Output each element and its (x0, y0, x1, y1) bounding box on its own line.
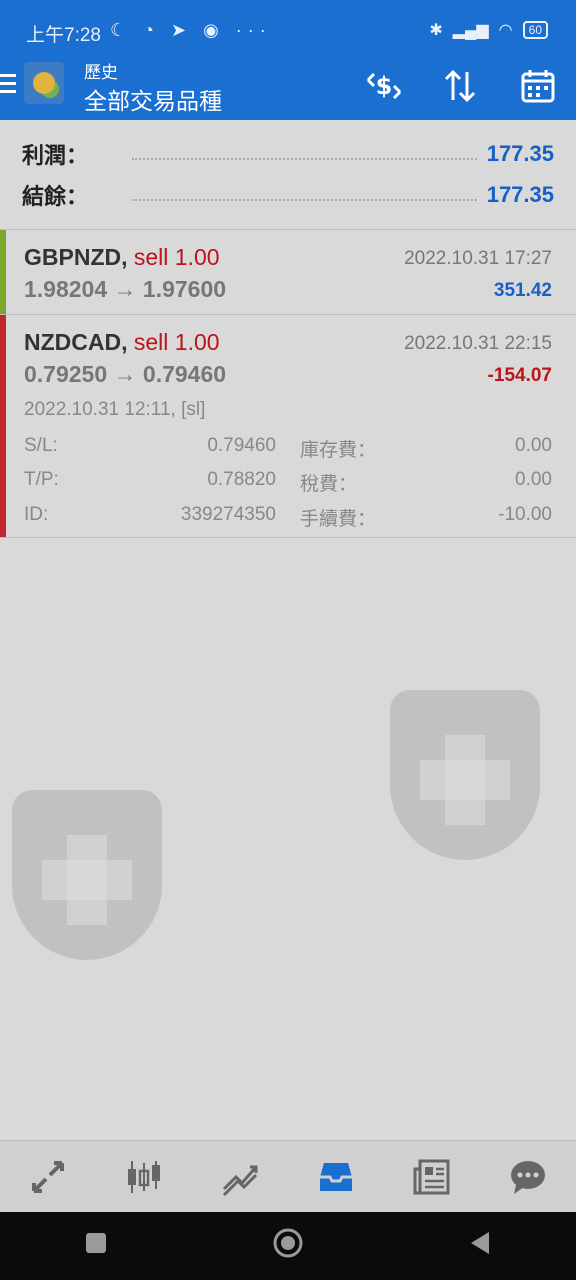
trade-row[interactable]: GBPNZD, sell 1.00 1.98204 → 1.97600 2022… (0, 230, 576, 314)
bottom-nav (0, 1140, 576, 1212)
tp-value: 0.78820 (207, 469, 276, 490)
home-icon[interactable] (264, 1227, 312, 1266)
chat-icon[interactable] (504, 1153, 552, 1201)
status-time: 上午7:28 (26, 25, 101, 46)
tp-label: T/P: (24, 469, 59, 490)
menu-icon[interactable] (0, 74, 16, 96)
trade-symbol: GBPNZD, (24, 244, 128, 270)
system-nav-bar (0, 1212, 576, 1280)
trade-prices: 0.79250 → 0.79460 (24, 361, 227, 387)
page-title[interactable]: 全部交易品種 (84, 82, 222, 116)
status-right: ✱ ▂▄▆ ◠ 60 (429, 20, 548, 40)
profit-value: 177.35 (486, 141, 554, 166)
watermark-shield-icon (390, 690, 540, 860)
toolbar: 歷史 全部交易品種 $ (0, 58, 576, 120)
tax-value: 0.00 (515, 469, 552, 490)
trade-symbol-line: NZDCAD, sell 1.00 (24, 329, 220, 356)
trade-prices: 1.98204 → 1.97600 (24, 276, 227, 302)
trade-profit: -154.07 (487, 365, 552, 386)
balance-value: 177.35 (486, 182, 554, 207)
trade-profit: 351.42 (493, 280, 552, 301)
id-label: ID: (24, 504, 49, 525)
history-icon[interactable] (312, 1153, 360, 1201)
sl-label: S/L: (24, 435, 58, 456)
app-header: 上午7:28 ☾ ◔ ➤ ◉ ··· ✱ ▂▄▆ ◠ 60 歷史 全部交易品種 … (0, 0, 576, 120)
profit-row: 利潤： 177.35 (22, 134, 554, 174)
watermark-shield-icon (12, 790, 162, 960)
wifi-icon: ◠ (498, 22, 513, 39)
bluetooth-icon: ✱ (429, 22, 443, 39)
trade-icon[interactable] (216, 1153, 264, 1201)
recents-icon[interactable] (72, 1230, 120, 1262)
account-summary: 利潤： 177.35 結餘： 177.35 (0, 120, 576, 230)
commission-label: 手續費： (300, 509, 377, 530)
dotted-leader (132, 189, 477, 201)
notification-icons: ☾ ◔ ➤ ◉ ··· (110, 20, 272, 40)
commission-value: -10.00 (498, 504, 552, 525)
quotes-icon[interactable] (24, 1153, 72, 1201)
app-logo (24, 62, 64, 104)
battery-icon: 60 (522, 21, 548, 39)
sort-icon[interactable] (440, 66, 480, 106)
calendar-icon[interactable] (518, 66, 558, 106)
deposit-icon[interactable]: $ (364, 66, 404, 106)
trade-open-time: 2022.10.31 12:11, [sl] (24, 399, 206, 420)
dotted-leader (132, 148, 477, 160)
trade-indicator-bar (0, 230, 6, 314)
swap-label: 庫存費： (300, 440, 377, 461)
status-bar: 上午7:28 ☾ ◔ ➤ ◉ ··· ✱ ▂▄▆ ◠ 60 (0, 0, 576, 64)
signal-icon: ▂▄▆ (452, 22, 489, 39)
balance-label: 結餘： (22, 184, 89, 209)
trade-side: sell 1.00 (133, 244, 220, 270)
balance-row: 結餘： 177.35 (22, 175, 554, 215)
divider (0, 537, 576, 538)
trade-row[interactable]: NZDCAD, sell 1.00 0.79250 → 0.79460 2022… (0, 315, 576, 537)
chart-icon[interactable] (120, 1153, 168, 1201)
trade-symbol-line: GBPNZD, sell 1.00 (24, 244, 220, 271)
trade-time: 2022.10.31 17:27 (404, 248, 552, 269)
tax-label: 稅費： (300, 474, 358, 495)
profit-label: 利潤： (22, 143, 89, 168)
page-subtitle: 歷史 (84, 63, 118, 82)
svg-text:$: $ (376, 72, 393, 100)
trade-side: sell 1.00 (133, 329, 220, 355)
sl-value: 0.79460 (207, 435, 276, 456)
news-icon[interactable] (408, 1153, 456, 1201)
trade-symbol: NZDCAD, (24, 329, 128, 355)
back-icon[interactable] (456, 1230, 504, 1263)
trade-indicator-bar (0, 315, 6, 537)
swap-value: 0.00 (515, 435, 552, 456)
id-value: 339274350 (180, 504, 276, 525)
trade-time: 2022.10.31 22:15 (404, 333, 552, 354)
